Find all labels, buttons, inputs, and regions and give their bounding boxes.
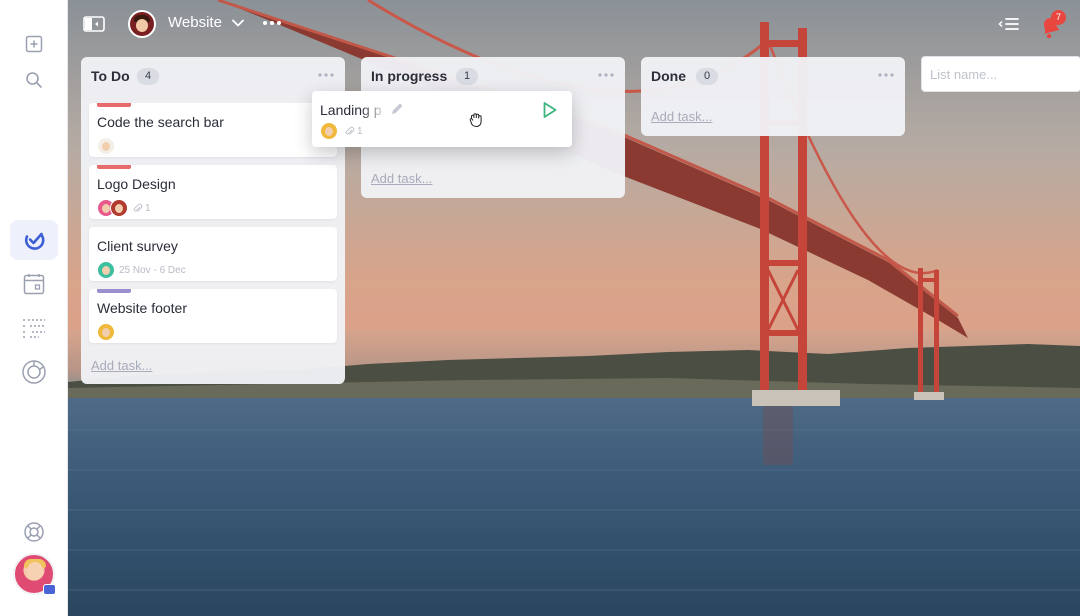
notifications-badge: 7 xyxy=(1051,10,1066,25)
edit-pencil-icon[interactable] xyxy=(390,102,404,116)
workspace-badge-icon xyxy=(43,584,56,595)
task-meta xyxy=(97,323,115,341)
list-options-icon[interactable] xyxy=(317,71,335,79)
assignee-avatar[interactable] xyxy=(110,199,128,217)
task-dates: 25 Nov - 6 Dec xyxy=(119,264,186,276)
assignee-avatar[interactable] xyxy=(97,323,115,341)
add-task-link[interactable]: Add task... xyxy=(91,358,152,373)
user-avatar[interactable] xyxy=(13,553,56,595)
list-count-badge: 0 xyxy=(696,68,718,85)
new-task-icon xyxy=(25,35,43,53)
label-stripe xyxy=(97,165,131,169)
new-task-button[interactable] xyxy=(10,24,58,64)
tasks-icon xyxy=(24,232,45,250)
task-title: Website footer xyxy=(97,300,188,316)
task-card[interactable]: Code the search bar xyxy=(89,103,337,157)
sidebar-item-list-view[interactable] xyxy=(10,308,58,348)
top-bar: Website 7 xyxy=(68,0,1080,48)
list-count-badge: 4 xyxy=(137,68,159,85)
list-header: Done 0 xyxy=(641,57,905,95)
project-avatar[interactable] xyxy=(128,10,156,38)
task-meta: 1 xyxy=(97,199,151,217)
task-title: Client survey xyxy=(97,238,178,254)
play-icon[interactable] xyxy=(542,101,558,119)
attachment-count: 1 xyxy=(357,125,363,137)
list-title: To Do xyxy=(91,68,130,84)
add-task-link[interactable]: Add task... xyxy=(371,171,432,186)
assignee-avatar[interactable] xyxy=(97,261,115,279)
sidebar-item-calendar[interactable] xyxy=(10,264,58,304)
label-stripe xyxy=(97,289,131,293)
dragged-task-card[interactable]: Landing p 1 xyxy=(312,91,572,147)
list-header: To Do 4 xyxy=(81,57,345,95)
task-title: Logo Design xyxy=(97,176,176,192)
list-title: In progress xyxy=(371,68,448,84)
search-button[interactable] xyxy=(10,60,58,100)
list-view-icon xyxy=(23,319,45,338)
help-icon xyxy=(24,522,44,542)
notifications-button[interactable]: 7 xyxy=(1038,10,1066,39)
search-icon xyxy=(26,72,42,88)
activity-feed-icon[interactable] xyxy=(998,15,1020,33)
task-meta: 25 Nov - 6 Dec xyxy=(97,261,186,279)
list-options-icon[interactable] xyxy=(597,71,615,79)
add-task-link[interactable]: Add task... xyxy=(651,109,712,124)
panel-toggle-icon[interactable] xyxy=(82,13,106,35)
list-done: Done 0 Add task... xyxy=(641,57,905,136)
list-count-badge: 1 xyxy=(456,68,478,85)
label-stripe xyxy=(97,103,131,107)
left-sidebar xyxy=(0,0,68,616)
new-list-name-input[interactable] xyxy=(921,56,1080,92)
help-button[interactable] xyxy=(10,512,58,552)
sidebar-item-reports[interactable] xyxy=(10,352,58,392)
task-title: Code the search bar xyxy=(97,114,224,130)
assignee-avatar[interactable] xyxy=(320,122,338,140)
assignee-avatar[interactable] xyxy=(97,137,115,155)
paperclip-icon xyxy=(345,126,355,135)
task-meta: 1 xyxy=(320,122,363,140)
reports-icon xyxy=(22,360,46,384)
calendar-icon xyxy=(23,274,45,295)
task-meta xyxy=(97,137,115,155)
list-options-icon[interactable] xyxy=(877,71,895,79)
chevron-down-icon[interactable] xyxy=(231,16,245,30)
grab-cursor-icon xyxy=(469,113,482,128)
list-todo: To Do 4 Code the search bar Logo Design … xyxy=(81,57,345,384)
task-card[interactable]: Website footer xyxy=(89,289,337,343)
attachment-count: 1 xyxy=(145,202,151,214)
task-card[interactable]: Logo Design 1 xyxy=(89,165,337,219)
more-options-icon[interactable] xyxy=(262,15,282,31)
board-area: Website 7 To Do 4 Code the search bar Lo… xyxy=(68,0,1080,616)
list-title: Done xyxy=(651,68,686,84)
attachments: 1 xyxy=(132,203,151,214)
list-header: In progress 1 xyxy=(361,57,625,95)
attachments: 1 xyxy=(344,126,363,137)
paperclip-icon xyxy=(133,203,143,212)
sidebar-item-tasks[interactable] xyxy=(10,220,58,260)
task-card[interactable]: Client survey 25 Nov - 6 Dec xyxy=(89,227,337,281)
project-title[interactable]: Website xyxy=(168,14,222,31)
